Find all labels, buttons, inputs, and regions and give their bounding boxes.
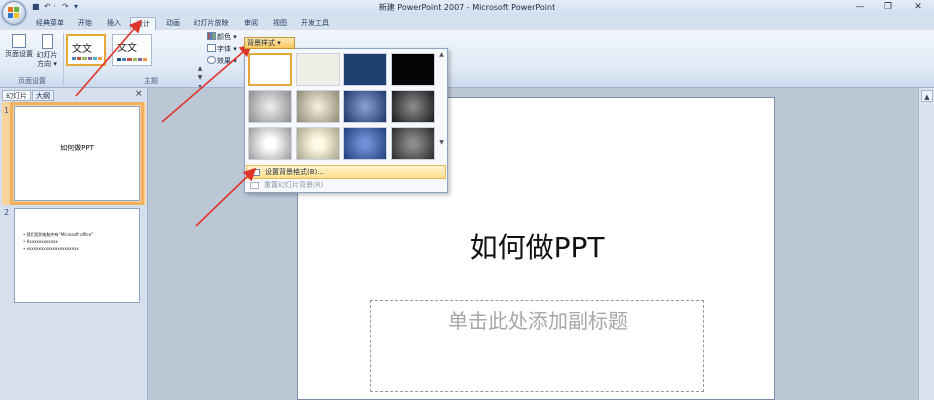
thumbnail-bullets: • 我们用到电脑中有“Microsoft office” • Xxxxxxxxx…: [23, 232, 94, 251]
tab-home[interactable]: 开始: [72, 17, 98, 30]
background-style-swatch[interactable]: [296, 53, 340, 86]
slide-orientation-icon: [41, 34, 53, 49]
office-logo-icon: [8, 7, 20, 19]
background-style-swatch[interactable]: [248, 90, 292, 123]
background-style-swatch[interactable]: [343, 90, 387, 123]
theme-thumbnail-office[interactable]: 文文: [66, 34, 106, 66]
slides-pane: 幻灯片 大纲 × 1 如何做PPT 2 • 我们用到电脑中有“Microsoft…: [0, 88, 148, 400]
tab-view[interactable]: 视图: [267, 17, 293, 30]
tab-animation[interactable]: 动画: [160, 17, 186, 30]
slide-orientation-button[interactable]: 幻灯片 方向 ▾: [34, 34, 60, 69]
restore-button[interactable]: ❐: [874, 0, 902, 14]
effects-button[interactable]: 效果 ▾: [207, 56, 237, 66]
theme-thumbnail-2[interactable]: 文文: [112, 34, 152, 66]
scroll-up-icon[interactable]: ▲: [921, 90, 933, 102]
fonts-icon: [207, 44, 216, 52]
page-setup-button[interactable]: 页面设置: [4, 34, 34, 59]
background-style-swatch[interactable]: [296, 90, 340, 123]
title-bar: ■ ↶ · ↷ ▾ 新建 PowerPoint 2007 - Microsoft…: [0, 0, 934, 15]
tab-slideshow[interactable]: 幻灯片放映: [189, 17, 233, 30]
slide-number: 1: [4, 106, 10, 115]
group-label-page-setup: 页面设置: [18, 77, 46, 85]
tab-design[interactable]: 设计: [130, 17, 156, 30]
format-background-menu-item[interactable]: 设置背景格式(B)...: [246, 165, 446, 179]
tab-developer[interactable]: 开发工具: [296, 17, 334, 30]
slide-thumbnail-2[interactable]: • 我们用到电脑中有“Microsoft office” • Xxxxxxxxx…: [14, 208, 140, 303]
subtitle-placeholder-text: 单击此处添加副标题: [448, 309, 628, 333]
ribbon: 页面设置 幻灯片 方向 ▾ 页面设置 文文 文文 ▲ ▼ ▾ 主题 颜色 ▾ 字体 …: [0, 30, 934, 90]
background-style-swatch[interactable]: [343, 53, 387, 86]
ribbon-tabs: 经典菜单 开始 插入 设计 动画 幻灯片放映 审阅 视图 开发工具: [0, 15, 934, 30]
close-button[interactable]: ✕: [904, 0, 932, 14]
background-style-swatch[interactable]: [391, 53, 435, 86]
background-styles-button[interactable]: 背景样式 ▾: [244, 37, 295, 49]
slide-title[interactable]: 如何做PPT: [298, 226, 776, 266]
background-style-swatch[interactable]: [248, 53, 292, 86]
group-separator: [63, 33, 64, 85]
office-button[interactable]: [2, 1, 26, 25]
window-title: 新建 PowerPoint 2007 - Microsoft PowerPoin…: [378, 3, 556, 12]
gallery-scrollbar[interactable]: ▲ ▼: [437, 51, 446, 161]
slide-thumbnail-1[interactable]: 如何做PPT: [10, 102, 144, 205]
colors-icon: [207, 32, 216, 40]
tab-classic-menu[interactable]: 经典菜单: [30, 17, 70, 30]
fonts-button[interactable]: 字体 ▾: [207, 44, 237, 54]
background-style-swatch[interactable]: [296, 127, 340, 160]
tab-outline[interactable]: 大纲: [32, 90, 54, 101]
thumbnail-title: 如何做PPT: [60, 144, 94, 152]
background-style-swatch[interactable]: [391, 90, 435, 123]
subtitle-placeholder[interactable]: 单击此处添加副标题: [370, 300, 704, 392]
background-style-swatch[interactable]: [248, 127, 292, 160]
tab-slides[interactable]: 幻灯片: [2, 90, 31, 101]
tab-insert[interactable]: 插入: [100, 17, 128, 30]
group-label-themes: 主题: [144, 77, 158, 85]
minimize-button[interactable]: —: [846, 0, 874, 14]
slide-number: 2: [4, 208, 10, 217]
close-pane-icon[interactable]: ×: [135, 90, 143, 99]
background-style-swatch[interactable]: [343, 127, 387, 160]
reset-background-icon: [250, 182, 259, 189]
tab-review[interactable]: 审阅: [238, 17, 264, 30]
page-setup-icon: [12, 34, 26, 48]
format-background-icon: [251, 169, 260, 176]
reset-slide-background-menu-item[interactable]: 重置幻灯片背景(R): [246, 179, 446, 193]
colors-button[interactable]: 颜色 ▾: [207, 32, 237, 42]
vertical-scrollbar[interactable]: ▲: [918, 88, 934, 400]
background-styles-gallery: ▲ ▼ 设置背景格式(B)... 重置幻灯片背景(R): [244, 48, 448, 193]
effects-icon: [207, 56, 216, 64]
background-style-swatch[interactable]: [391, 127, 435, 160]
